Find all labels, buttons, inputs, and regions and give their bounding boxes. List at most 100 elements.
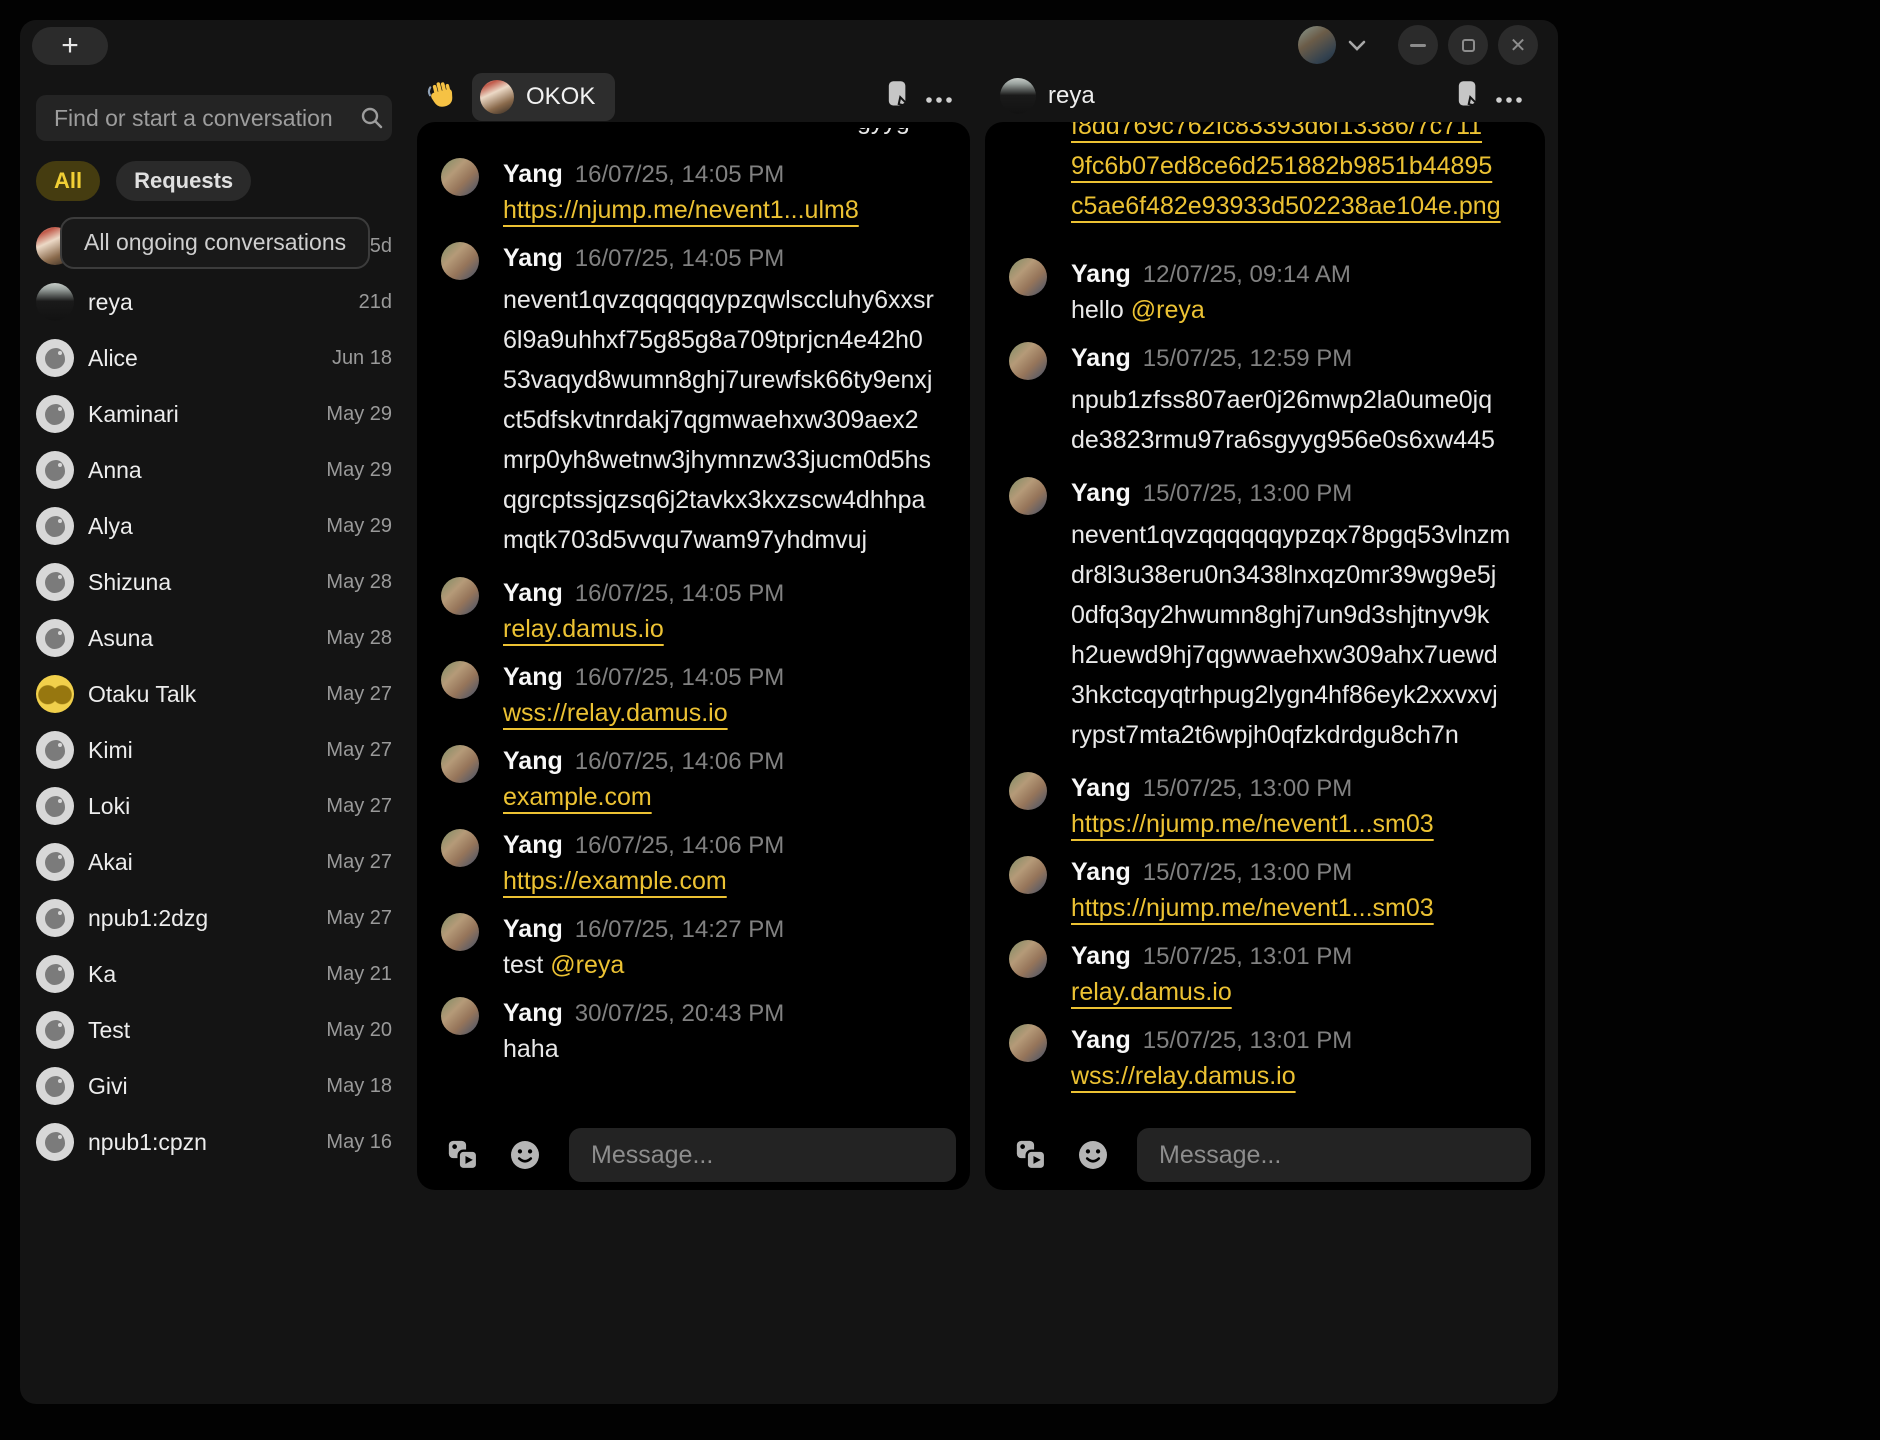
notes-icon[interactable] [886, 80, 912, 111]
more-options-icon[interactable] [925, 92, 955, 107]
avatar [36, 899, 74, 937]
chat-title: reya [1048, 82, 1095, 110]
message-header: Yang 15/07/25, 13:00 PM [1071, 770, 1531, 810]
conversation-name: Anna [88, 457, 312, 484]
message-author[interactable]: Yang [1071, 942, 1131, 970]
conversation-item[interactable]: KimiMay 27 [36, 722, 396, 778]
message-link[interactable]: relay.damus.io [1071, 978, 1232, 1006]
minimize-button[interactable] [1398, 25, 1438, 65]
message-author[interactable]: Yang [1071, 1026, 1131, 1054]
more-options-icon[interactable] [1495, 92, 1525, 107]
message-text: mqtk703d5vvqu7wam97yhdmvuj [503, 520, 956, 560]
message-timestamp: 15/07/25, 13:00 PM [1143, 775, 1352, 802]
close-button[interactable]: ✕ [1498, 25, 1538, 65]
notes-icon[interactable] [1456, 80, 1482, 111]
message-text: rypst7mta2t6wpjh0qfzkdrdgu8ch7n [1071, 715, 1531, 755]
conversation-item[interactable]: AlyaMay 29 [36, 498, 396, 554]
conversation-item[interactable]: npub1:cpznMay 16 [36, 1114, 396, 1170]
message-link[interactable]: c5ae6f482e93933d502238ae104e.png [1071, 186, 1531, 226]
media-attach-icon[interactable] [1009, 1133, 1053, 1177]
message-timestamp: 12/07/25, 09:14 AM [1143, 261, 1351, 288]
message-input[interactable] [1137, 1128, 1531, 1182]
message-header: Yang15/07/25, 13:01 PM [1071, 938, 1531, 978]
new-chat-button[interactable]: + [32, 27, 108, 65]
message-author[interactable]: Yang [1071, 479, 1131, 507]
media-attach-icon[interactable] [441, 1133, 485, 1177]
message-content: wss://relay.damus.io [1071, 1062, 1531, 1091]
message-composer [441, 1128, 956, 1182]
conversation-item[interactable]: KaminariMay 29 [36, 386, 396, 442]
conversation-item[interactable]: Otaku TalkMay 27 [36, 666, 396, 722]
message-author[interactable]: Yang [503, 915, 563, 943]
message-text: ct5dfskvtnrdakj7qgmwaehxw309aex2 [503, 400, 956, 440]
message-timestamp: 30/07/25, 20:43 PM [575, 1000, 784, 1027]
message-timestamp: 15/07/25, 13:00 PM [1143, 480, 1352, 507]
avatar [36, 1067, 74, 1105]
message-link[interactable]: https://njump.me/nevent1...sm03 [1071, 894, 1434, 922]
message-link[interactable]: https://njump.me/nevent1...ulm8 [503, 196, 859, 224]
message-link[interactable]: https://example.com [503, 867, 727, 895]
message-author[interactable]: Yang [503, 244, 563, 272]
message: Yang15/07/25, 13:00 PMhttps://njump.me/n… [1009, 854, 1531, 923]
message-author[interactable]: Yang [503, 579, 563, 607]
message-link[interactable]: wss://relay.damus.io [503, 699, 728, 727]
conversation-item[interactable]: npub1:2dzgMay 27 [36, 890, 396, 946]
message-author[interactable]: Yang [503, 160, 563, 188]
message-author[interactable]: Yang [1071, 858, 1131, 886]
avatar [441, 158, 479, 196]
message-link[interactable]: 9fc6b07ed8ce6d251882b9851b44895 [1071, 146, 1531, 186]
message-content: https://njump.me/nevent1...ulm8 [503, 196, 956, 225]
conversation-item[interactable]: KaMay 21 [36, 946, 396, 1002]
conversation-item[interactable]: ShizunaMay 28 [36, 554, 396, 610]
conversation-item[interactable]: AnnaMay 29 [36, 442, 396, 498]
conversation-time: 21d [359, 291, 392, 314]
conversation-item[interactable]: GiviMay 18 [36, 1058, 396, 1114]
message-author[interactable]: Yang [1071, 774, 1131, 802]
message-author[interactable]: Yang [503, 831, 563, 859]
mention[interactable]: @reya [1131, 296, 1205, 324]
conversation-item[interactable]: reya21d [36, 274, 396, 330]
conversation-item[interactable]: LokiMay 27 [36, 778, 396, 834]
message-timestamp: 16/07/25, 14:05 PM [575, 245, 784, 272]
conversation-time: May 27 [326, 739, 392, 762]
message-link[interactable]: wss://relay.damus.io [1071, 1062, 1296, 1090]
chat-title-chip[interactable]: OKOK [472, 73, 615, 121]
search-input[interactable] [36, 95, 360, 141]
message-author[interactable]: Yang [1071, 260, 1131, 288]
message-link[interactable]: f8dd769c762fc83393d6f13386/7c711 [1071, 122, 1531, 146]
conversation-item[interactable]: AliceJun 18 [36, 330, 396, 386]
conversation-item[interactable]: AsunaMay 28 [36, 610, 396, 666]
chat-avatar[interactable] [1000, 78, 1036, 114]
tab-requests[interactable]: Requests [116, 161, 251, 201]
conversation-time: May 29 [326, 515, 392, 538]
message-author[interactable]: Yang [503, 663, 563, 691]
message-link[interactable]: example.com [503, 783, 652, 811]
message-timestamp: 15/07/25, 13:01 PM [1143, 1027, 1352, 1054]
chat-panel-reya: f8dd769c762fc83393d6f13386/7c7119fc6b07e… [985, 122, 1545, 1190]
message-link[interactable]: relay.damus.io [503, 615, 664, 643]
all-conversations-tooltip: All ongoing conversations [60, 217, 370, 269]
close-icon: ✕ [1510, 33, 1527, 58]
conversation-time: May 20 [326, 1019, 392, 1042]
emoji-icon[interactable] [1071, 1133, 1115, 1177]
tab-all[interactable]: All [36, 161, 100, 201]
message-input[interactable] [569, 1128, 956, 1182]
maximize-button[interactable] [1448, 25, 1488, 65]
chevron-down-icon[interactable] [1348, 39, 1366, 57]
message-content: example.com [503, 783, 956, 812]
avatar [441, 997, 479, 1035]
message: Yang12/07/25, 09:14 AMhello @reya [1009, 256, 1531, 325]
conversation-item[interactable]: AkaiMay 27 [36, 834, 396, 890]
emoji-icon[interactable] [503, 1133, 547, 1177]
account-avatar[interactable] [1298, 26, 1336, 64]
message-author[interactable]: Yang [503, 747, 563, 775]
message-header: Yang16/07/25, 14:05 PM [503, 156, 956, 196]
mention[interactable]: @reya [550, 951, 624, 979]
message: Yang16/07/25, 14:06 PMexample.com [441, 743, 956, 812]
message-author[interactable]: Yang [503, 999, 563, 1027]
maximize-icon [1462, 39, 1475, 52]
conversation-item[interactable]: TestMay 20 [36, 1002, 396, 1058]
avatar [1009, 940, 1047, 978]
message-author[interactable]: Yang [1071, 344, 1131, 372]
message-link[interactable]: https://njump.me/nevent1...sm03 [1071, 810, 1434, 838]
